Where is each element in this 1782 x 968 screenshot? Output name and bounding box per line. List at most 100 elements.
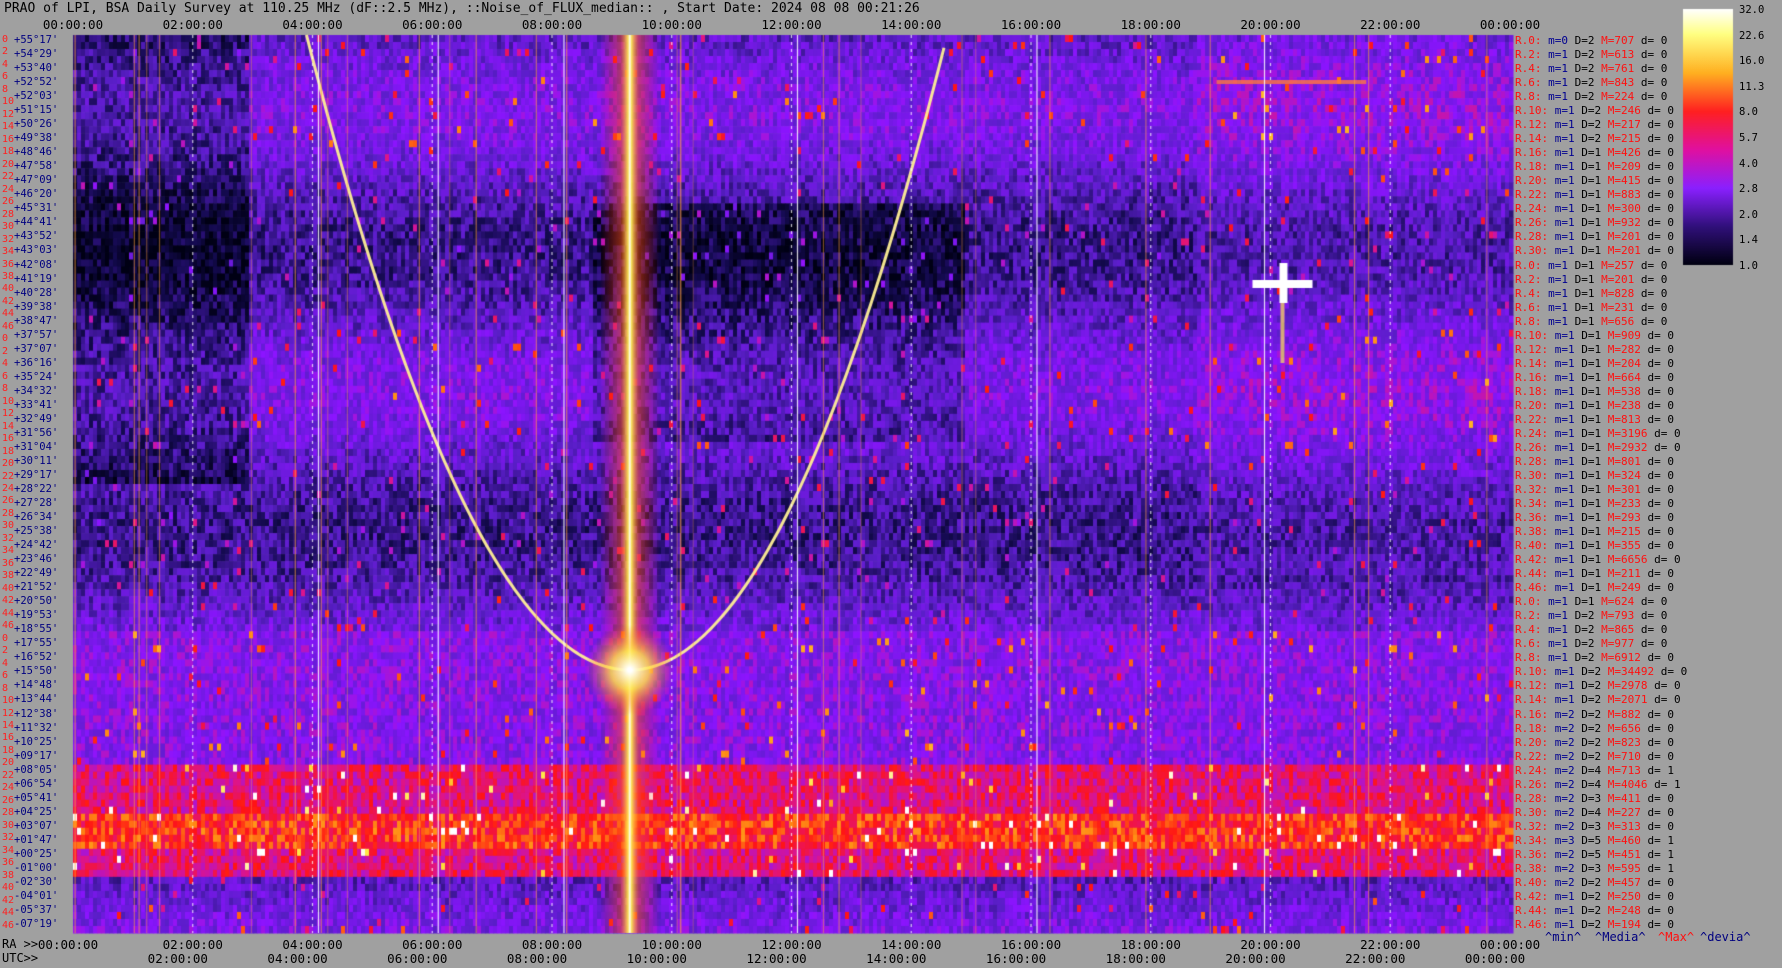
beam-index: 44 (2, 907, 15, 919)
dec-label: +50°26' (14, 118, 59, 131)
beam-index: 36 (2, 857, 15, 869)
colorbar-tick: 1.0 (1739, 260, 1758, 272)
row-min: m=1 (1554, 104, 1582, 118)
row-min: m=1 (1554, 412, 1582, 426)
row-min: m=1 (1554, 230, 1582, 244)
row-label: R.14: (1515, 132, 1555, 146)
row-label: R.24: (1515, 202, 1555, 216)
chart-title: PRAO of LPI, BSA Daily Survey at 110.25 … (4, 1, 920, 16)
row-min: m=1 (1554, 202, 1582, 216)
row-min: m=1 (1554, 581, 1582, 595)
dec-label: +39°38' (14, 300, 59, 313)
stats-row: R.6: m=1 D=2 M=977 d= 0 (1515, 637, 1667, 650)
beam-index: 14 (2, 719, 15, 731)
row-min: m=2 (1554, 707, 1582, 721)
row-min: m=1 (1548, 62, 1575, 76)
row-dev: D=1 (1581, 525, 1608, 539)
row-delta: d= 0 (1647, 146, 1675, 160)
stats-row: R.40: m=2 D=2 M=457 d= 0 (1515, 876, 1674, 889)
dec-label: +43°52' (14, 230, 59, 243)
stats-row: R.12: m=1 D=2 M=217 d= 0 (1515, 118, 1674, 131)
beam-index: 36 (2, 557, 15, 569)
row-delta: d= 1 (1647, 847, 1675, 861)
ra-tick-label: 20:00:00 (1240, 937, 1301, 952)
row-label: R.30: (1515, 805, 1555, 819)
row-dev: D=1 (1574, 595, 1602, 609)
row-min: m=1 (1548, 623, 1575, 637)
stats-row: R.18: m=1 D=1 M=538 d= 0 (1515, 385, 1674, 398)
beam-index: 0 (2, 632, 9, 644)
row-max: M=231 (1601, 300, 1641, 314)
colorbar-tick: 8.0 (1739, 106, 1758, 119)
row-dev: D=2 (1581, 132, 1608, 146)
dec-label: +20°50' (14, 595, 59, 608)
row-delta: d= 0 (1647, 188, 1675, 202)
colorbar-tick: 2.8 (1739, 183, 1758, 196)
row-delta: d= 0 (1640, 62, 1668, 76)
row-max: M=324 (1607, 468, 1648, 482)
row-min: m=1 (1554, 328, 1582, 342)
row-min: m=1 (1554, 468, 1582, 482)
row-label: R.20: (1515, 735, 1555, 749)
row-min: m=1 (1554, 160, 1582, 174)
dec-label: +08°05' (14, 763, 59, 776)
row-min: m=1 (1554, 567, 1582, 581)
row-label: R.16: (1515, 146, 1555, 160)
stats-row: R.22: m=1 D=1 M=883 d= 0 (1515, 188, 1674, 201)
row-max: M=227 (1607, 805, 1648, 819)
row-dev: D=1 (1574, 314, 1602, 328)
row-dev: D=2 (1581, 875, 1608, 889)
row-delta: d= 0 (1647, 889, 1675, 903)
stats-row: R.0: m=0 D=2 M=707 d= 0 (1515, 34, 1667, 47)
stats-row: R.26: m=1 D=1 M=932 d= 0 (1515, 216, 1674, 229)
stats-row: R.24: m=2 D=4 M=713 d= 1 (1515, 764, 1674, 777)
row-min: m=1 (1554, 426, 1582, 440)
row-dev: D=1 (1574, 272, 1602, 286)
row-max: M=233 (1607, 497, 1648, 511)
row-delta: d= 1 (1654, 777, 1681, 791)
dec-label: +15°50' (14, 665, 59, 678)
row-label: R.2: (1515, 272, 1549, 286)
stats-row: R.42: m=1 D=2 M=250 d= 0 (1515, 890, 1674, 903)
row-delta: d= 0 (1647, 356, 1675, 370)
stats-row: R.32: m=1 D=1 M=301 d= 0 (1515, 483, 1674, 496)
row-min: m=1 (1554, 356, 1582, 370)
row-delta: d= 0 (1647, 819, 1675, 833)
top-tick-label: 14:00:00 (881, 17, 942, 32)
row-max: M=2978 (1607, 679, 1655, 693)
beam-index: 24 (2, 483, 15, 494)
beam-index: 18 (2, 744, 15, 756)
row-max: M=246 (1607, 104, 1648, 118)
row-max: M=313 (1607, 819, 1648, 833)
row-delta: d= 0 (1647, 412, 1675, 426)
row-dev: D=1 (1581, 398, 1608, 412)
row-delta: d= 0 (1640, 76, 1668, 90)
row-max: M=238 (1607, 398, 1648, 412)
beam-index: 46 (2, 919, 15, 931)
dec-label: +38°47' (14, 314, 59, 327)
dec-label: +09°17' (14, 749, 59, 762)
row-delta: d= 0 (1654, 440, 1681, 454)
stats-row: R.2: m=1 D=1 M=201 d= 0 (1515, 273, 1667, 286)
row-min: m=1 (1554, 188, 1582, 202)
dec-label: -01°00' (14, 861, 59, 874)
utc-tick-label: 00:00:00 (1464, 951, 1526, 966)
ra-tick-label: 06:00:00 (402, 937, 463, 952)
row-dev: D=1 (1581, 426, 1608, 440)
stats-row: R.28: m=1 D=1 M=201 d= 0 (1515, 230, 1674, 243)
row-delta: d= 0 (1660, 665, 1688, 679)
row-delta: d= 0 (1647, 903, 1675, 917)
beam-index: 10 (2, 695, 15, 707)
row-dev: D=2 (1574, 651, 1602, 665)
row-min: m=1 (1548, 609, 1575, 623)
row-max: M=201 (1607, 244, 1648, 258)
row-dev: D=1 (1581, 539, 1608, 553)
row-dev: D=2 (1581, 721, 1608, 735)
row-max: M=211 (1607, 567, 1648, 581)
stats-row: R.16: m=2 D=2 M=882 d= 0 (1515, 708, 1674, 721)
row-max: M=932 (1607, 216, 1648, 230)
ra-tick-label: 14:00:00 (881, 937, 942, 952)
row-label: R.0: (1515, 258, 1549, 272)
row-min: m=1 (1548, 651, 1575, 665)
row-label: R.22: (1515, 749, 1555, 763)
